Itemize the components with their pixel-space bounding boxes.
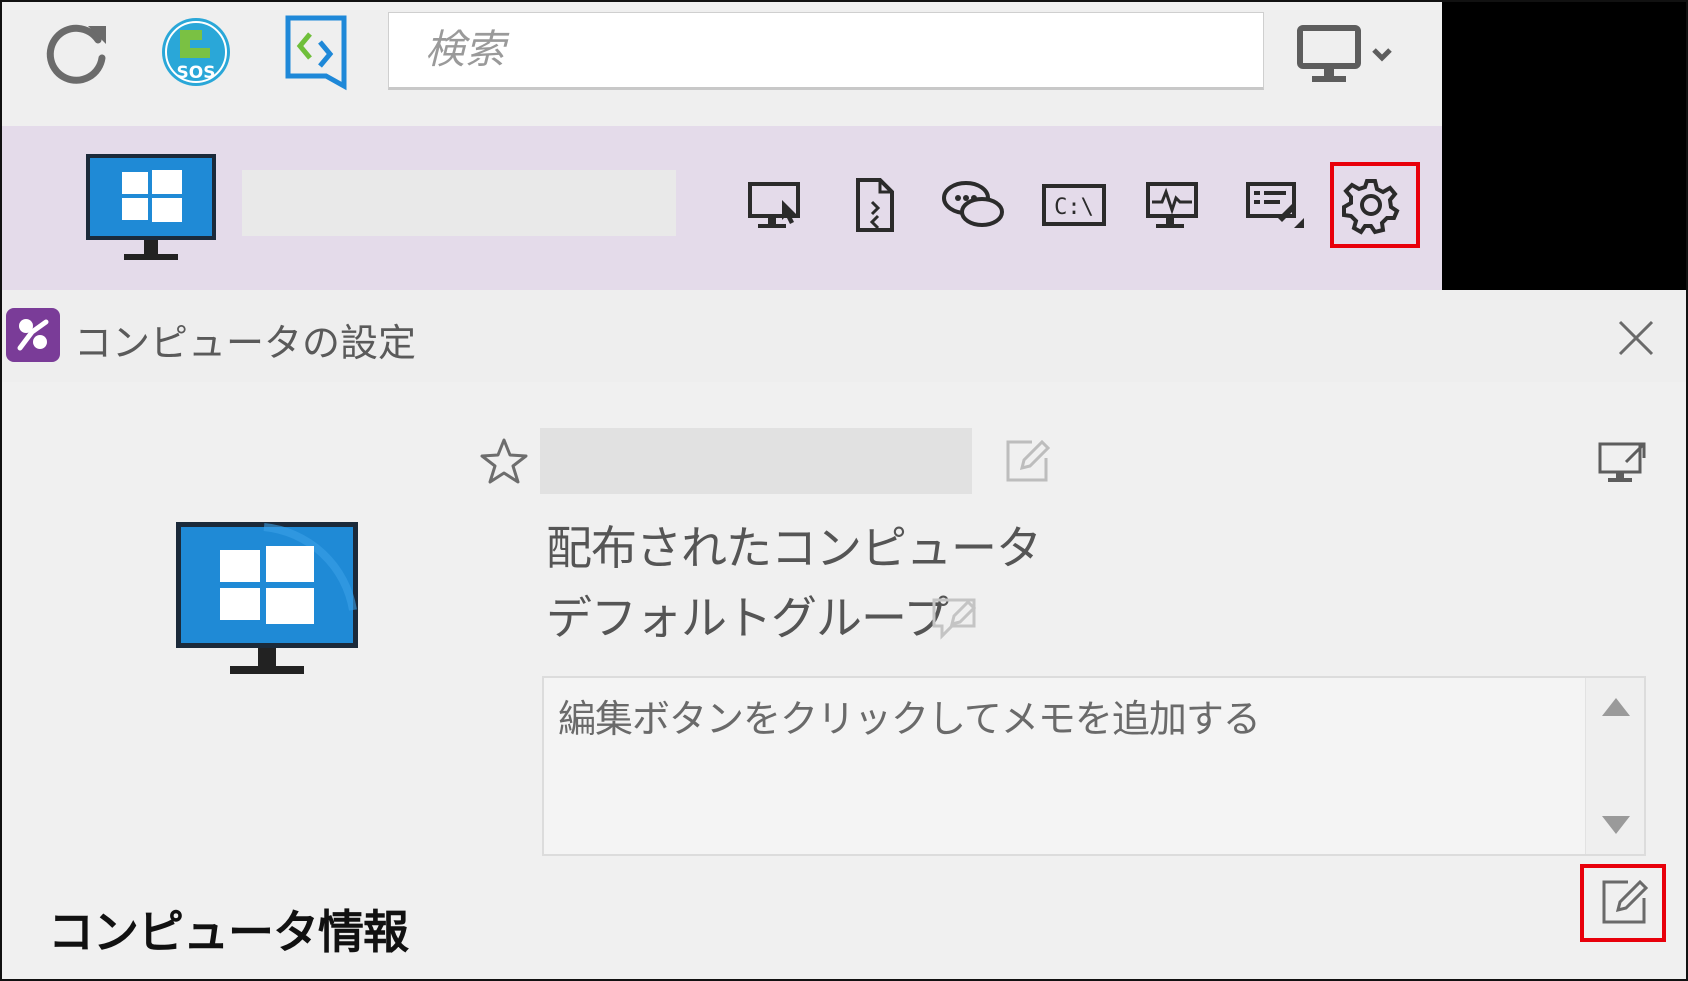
panel-title: コンピュータの設定 xyxy=(74,321,417,365)
favorite-star-icon[interactable] xyxy=(478,436,530,488)
computer-info-heading: コンピュータ情報 xyxy=(48,905,409,959)
edit-memo-highlight-box xyxy=(1580,864,1666,942)
memo-placeholder: 編集ボタンをクリックしてメモを追加する xyxy=(558,697,1261,741)
computer-name-field xyxy=(242,170,676,236)
remote-tasks-icon[interactable] xyxy=(1238,170,1308,240)
settings-highlight-box xyxy=(1330,162,1420,248)
memo-scrollbar[interactable] xyxy=(1585,678,1644,854)
app-logo-icon xyxy=(6,308,60,362)
sos-support-icon[interactable]: SOS xyxy=(156,12,236,92)
remote-control-icon[interactable] xyxy=(740,170,810,240)
search-input[interactable] xyxy=(389,13,1263,87)
computer-name-input[interactable] xyxy=(540,428,972,494)
windows-computer-icon xyxy=(84,150,218,266)
distributed-computer-label: 配布されたコンピュータ xyxy=(546,521,1042,575)
group-label: デフォルトグループ xyxy=(546,591,949,645)
refresh-icon[interactable] xyxy=(36,12,116,92)
chat-icon[interactable] xyxy=(938,170,1008,240)
background-black-area xyxy=(1442,2,1686,292)
computer-action-bar: C:\ xyxy=(2,126,1442,292)
edit-group-icon[interactable] xyxy=(928,590,980,642)
windows-computer-large-icon xyxy=(174,520,360,680)
screenshot-frame: SOS 検索 C:\ コンピュータの設定 配布されたコンピュータ デフォルトグル… xyxy=(0,0,1688,981)
scroll-up-arrow-icon[interactable] xyxy=(1602,698,1630,716)
command-prompt-label: C:\ xyxy=(1054,195,1094,220)
file-transfer-icon[interactable] xyxy=(840,170,910,240)
computer-settings-panel: コンピュータの設定 配布されたコンピュータ デフォルトグループ 編集ボタンをクリ… xyxy=(2,290,1686,979)
edit-name-icon[interactable] xyxy=(1002,436,1052,486)
remote-connect-icon[interactable] xyxy=(276,12,356,92)
command-prompt-icon[interactable]: C:\ xyxy=(1038,170,1112,240)
monitor-dropdown-button[interactable] xyxy=(1294,12,1404,92)
top-toolbar: SOS xyxy=(2,2,1442,126)
memo-textarea[interactable]: 編集ボタンをクリックしてメモを追加する xyxy=(542,676,1646,856)
search-box[interactable] xyxy=(388,12,1264,90)
remote-desktop-icon[interactable] xyxy=(1596,438,1650,484)
close-icon[interactable] xyxy=(1614,316,1658,360)
panel-titlebar: コンピュータの設定 xyxy=(2,290,1686,382)
sos-badge-text: SOS xyxy=(177,63,216,83)
scroll-down-arrow-icon[interactable] xyxy=(1602,816,1630,834)
performance-monitor-icon[interactable] xyxy=(1138,170,1208,240)
